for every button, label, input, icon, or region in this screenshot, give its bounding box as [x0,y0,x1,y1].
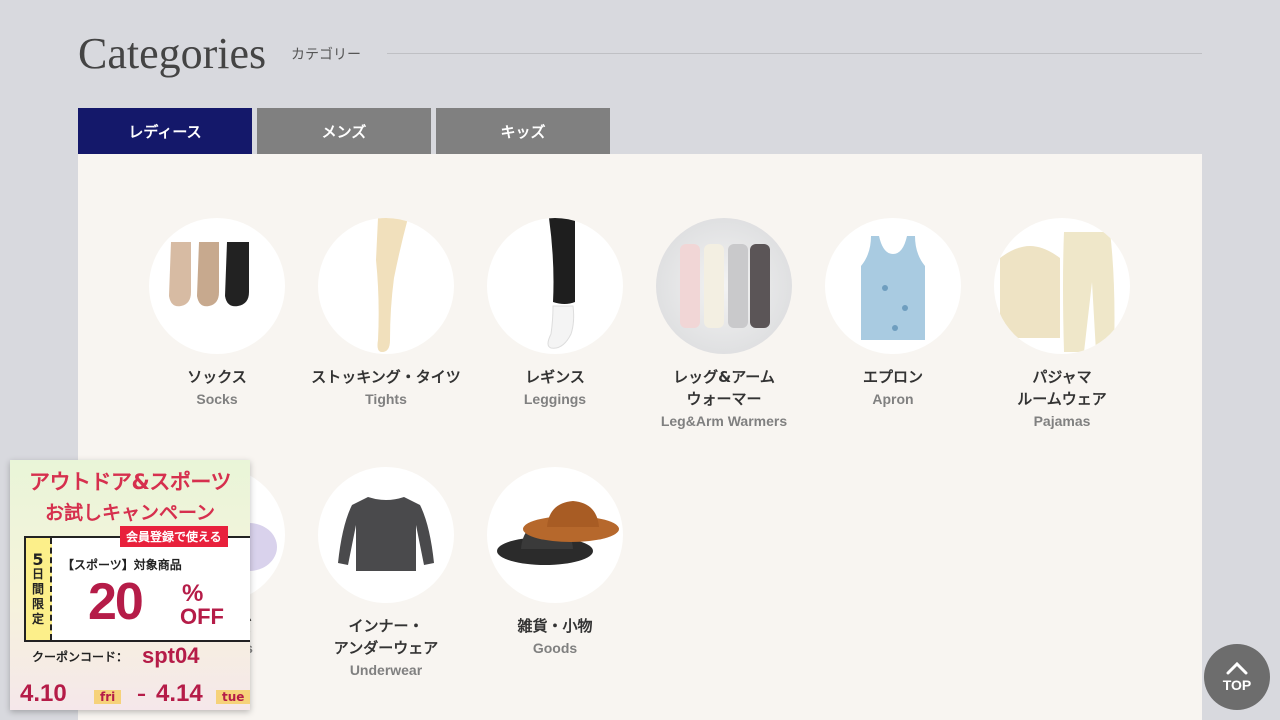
campaign-banner[interactable]: アウトドア&スポーツ お試しキャンペーン 5 日 間 限 定 会員登録で使える … [10,460,250,710]
start-day: fri [94,690,122,704]
target-items: 【スポーツ】対象商品 [62,558,182,572]
category-label-jp: ソックス [187,368,247,386]
leggings-icon [487,218,623,354]
page-title: Categories [78,29,267,78]
category-label-en: Pajamas [1033,413,1091,429]
category-underwear[interactable]: インナー・ アンダーウェア Underwear [301,467,471,681]
off-label: OFF [180,604,224,629]
hat-icon [487,467,623,603]
category-pajamas[interactable]: パジャマ ルームウェア Pajamas [977,218,1147,432]
page-subtitle: カテゴリー [291,47,361,63]
category-tabs: レディース メンズ キッズ [78,108,610,154]
banner-subheadline: お試しキャンペーン [44,502,216,524]
top-label: TOP [1222,677,1252,693]
section-header: Categories カテゴリー [78,28,1202,80]
back-to-top-button[interactable]: TOP [1204,644,1270,710]
category-label-en: Leggings [523,391,587,407]
banner-headline: アウトドア&スポーツ [29,470,231,494]
category-label-jp: レッグ&アーム ウォーマー [673,368,775,408]
category-goods[interactable]: 雑貨・小物 Goods [470,467,640,659]
category-apron[interactable]: エプロン Apron [808,218,978,410]
discount-value: 20 [88,573,144,631]
underwear-icon [318,467,454,603]
category-leg-arm-warmers[interactable]: レッグ&アーム ウォーマー Leg&Arm Warmers [639,218,809,432]
end-date: 4.14 [156,680,203,707]
campaign-dates: 4.10 fri – 4.14 tue [10,678,250,710]
start-date: 4.10 [20,680,67,707]
category-label-jp: パジャマ ルームウェア [1017,368,1107,408]
header-divider [387,53,1202,54]
category-label-en: Leg&Arm Warmers [660,413,788,429]
category-label-en: Goods [532,640,578,656]
date-separator: – [137,684,146,705]
tights-icon [318,218,454,354]
socks-icon [149,218,285,354]
category-label-jp: ストッキング・タイツ [311,368,461,386]
chevron-up-icon [1226,661,1248,675]
limited-days-label: 5 日 間 限 定 [26,538,52,640]
category-tights[interactable]: ストッキング・タイツ Tights [301,218,471,410]
coupon-ticket: 5 日 間 限 定 会員登録で使える 【スポーツ】対象商品 20 % OFF [24,526,250,642]
category-label-jp: 雑貨・小物 [517,617,593,635]
category-label-en: Tights [365,391,407,407]
category-label-en: Socks [196,391,238,407]
end-day: tue [216,690,250,704]
category-label-jp: エプロン [862,368,923,386]
warmers-icon [656,218,792,354]
category-label-jp: インナー・ アンダーウェア [333,617,439,657]
tab-ladies[interactable]: レディース [78,108,252,154]
category-label-en: Underwear [349,662,423,678]
category-label-en: Apron [872,391,914,407]
member-tag: 会員登録で使える [120,526,228,547]
category-leggings[interactable]: レギンス Leggings [470,218,640,410]
coupon-code: spt04 [142,643,200,668]
pajamas-icon [994,218,1130,354]
category-label-jp: レギンス [525,368,585,386]
tab-mens[interactable]: メンズ [257,108,431,154]
coupon-label: クーポンコード： [32,650,129,664]
category-socks[interactable]: ソックス Socks [132,218,302,410]
tab-kids[interactable]: キッズ [436,108,610,154]
apron-icon [825,218,961,354]
